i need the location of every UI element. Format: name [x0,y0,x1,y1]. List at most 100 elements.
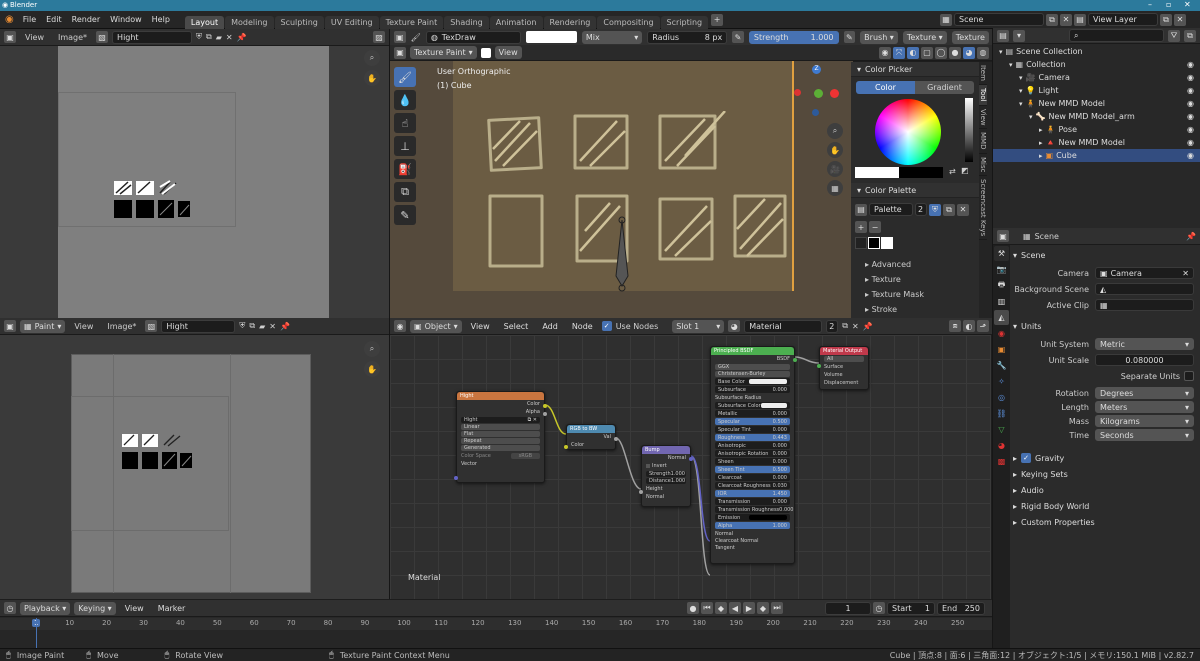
ortho-grid-icon[interactable]: ▦ [827,180,843,196]
disclosure-icon[interactable]: ▾ [999,48,1003,56]
palette-new-icon[interactable]: ⧉ [943,203,955,216]
bsdf-input-row[interactable]: Transmission 0.000 [715,498,790,505]
visibility-eye-icon[interactable]: ◉ [1187,60,1194,69]
y-axis-icon[interactable] [814,89,823,98]
color-swatch-icon[interactable] [480,47,491,58]
bsdf-input-row[interactable]: Anisotropic Rotation 0.000 [715,450,790,457]
tab-shading[interactable]: Shading [444,15,489,29]
blend-mode-dropdown[interactable]: Mix ▾ [581,30,643,44]
camera-view-icon[interactable]: 🎥 [827,161,843,177]
material-shading-icon[interactable]: ◕ [963,46,975,59]
end-frame-field[interactable]: End 250 [937,601,985,615]
bsdf-input-row[interactable]: Roughness 0.443 [715,434,790,441]
soften-tool-icon[interactable]: 💧 [394,90,416,110]
palette-fake-user-icon[interactable]: ⛨ [929,203,941,216]
texture-mask-section[interactable]: ▸ Texture Mask [851,287,938,302]
editor-type-icon[interactable]: ▣ [394,31,406,43]
jump-start-icon[interactable]: ⏮ [701,602,713,614]
blender-menu-icon[interactable]: ◉ [5,14,14,25]
visibility-eye-icon[interactable]: ◉ [1187,99,1194,108]
projection-dropdown[interactable]: Flat [461,431,540,437]
material-browse-icon[interactable]: ◕ [728,320,741,332]
pan-hand-icon[interactable]: ✋ [364,361,380,377]
timeline-tracks[interactable] [0,630,993,648]
fake-user-icon[interactable]: ⛨ [196,32,202,42]
custom-properties-section[interactable]: ▸ Custom Properties [1013,514,1200,530]
outliner-item[interactable]: ▸ 🧍 Pose ◉ [993,123,1200,136]
bsdf-input-row[interactable]: Specular Tint 0.000 [715,426,790,433]
zoom-icon[interactable]: ⌕ [827,123,843,139]
slot-dropdown[interactable]: Slot 1 ▾ [672,319,725,333]
prev-keyframe-icon[interactable]: ◆ [715,602,727,614]
next-keyframe-icon[interactable]: ◆ [757,602,769,614]
camera-field[interactable]: ▣ Camera ✕ [1095,267,1194,279]
image-name-field[interactable]: Hight [112,30,193,44]
color-picker-section[interactable]: ▾ Color Picker [851,62,979,77]
visibility-eye-icon[interactable]: ◉ [1187,125,1194,134]
units-section[interactable]: ▾ Units [1013,318,1200,334]
image-editor-image-menu[interactable]: Image* [102,322,141,331]
editor-type-icon[interactable]: ◷ [4,602,16,614]
outliner-search-input[interactable]: ⌕ [1069,29,1164,42]
use-nodes-checkbox[interactable]: ✓ [601,321,612,331]
maximize-icon[interactable]: ▫ [1166,0,1171,9]
filter-icon[interactable]: ⛛ [1168,29,1180,42]
image-editor-bottom-canvas[interactable]: ⌕ ✋ [0,335,389,599]
material-users-count[interactable]: 2 [826,319,839,333]
add-workspace-icon[interactable]: + [711,13,724,26]
bsdf-input-row[interactable]: Subsurface Color [715,402,790,409]
visibility-eye-icon[interactable]: ◉ [1187,151,1194,160]
clone-tool-icon[interactable]: ⊥ [394,136,416,156]
close-icon[interactable]: ✕ [1184,0,1191,9]
texture-section[interactable]: ▸ Texture [851,272,915,287]
palette-swatch-empty[interactable] [855,237,867,249]
bsdf-input-row[interactable]: Specular 0.500 [715,418,790,425]
material-name-field[interactable]: Material [744,319,823,333]
bsdf-input-row[interactable]: Anisotropic 0.000 [715,442,790,449]
unit-scale-field[interactable]: 0.080000 [1095,354,1194,366]
gizmo-icon[interactable]: ⤧ [893,46,905,59]
outliner-item[interactable]: ▾ ▤ Scene Collection [993,45,1200,58]
visibility-eye-icon[interactable]: ◉ [1187,73,1194,82]
visibility-eye-icon[interactable]: ◉ [1187,138,1194,147]
mass-dropdown[interactable]: Kilograms ▾ [1095,415,1194,427]
mask-tool-icon[interactable]: ⧉ [394,182,416,202]
tab-layout[interactable]: Layout [184,15,225,29]
node-select-menu[interactable]: Select [499,322,534,331]
playhead[interactable] [36,618,37,648]
zoom-icon[interactable]: ⌕ [364,341,380,357]
new-scene-icon[interactable]: ⧉ [1046,13,1058,26]
preview-range-icon[interactable]: ◷ [873,602,885,614]
editor-type-icon[interactable]: ▣ [4,320,16,332]
object-type-dropdown[interactable]: ▣ Object ▾ [410,319,462,333]
distribution-dropdown[interactable]: GGX [715,364,790,370]
playback-menu[interactable]: Playback ▾ [20,601,71,615]
visibility-icon[interactable]: ◉ [879,46,891,59]
palette-name-field[interactable]: Palette [869,203,913,216]
node-add-menu[interactable]: Add [537,322,563,331]
pan-hand-icon[interactable]: ✋ [827,142,843,158]
stroke-section[interactable]: ▸ Stroke [851,302,911,317]
brush-selector[interactable]: ◍ TexDraw [425,30,522,44]
timeline-marker-menu[interactable]: Marker [153,604,191,613]
unit-system-dropdown[interactable]: Metric ▾ [1095,338,1194,350]
disclosure-icon[interactable]: ▸ [1039,126,1043,134]
x-axis-icon[interactable] [830,89,839,98]
pin-icon[interactable]: 📌 [237,33,247,42]
bsdf-input-row[interactable]: Clearcoat 0.000 [715,474,790,481]
fake-user-icon[interactable]: ⛨ [239,321,245,331]
length-dropdown[interactable]: Meters ▾ [1095,401,1194,413]
tab-scripting[interactable]: Scripting [660,15,709,29]
tab-tool[interactable]: Tool [979,84,987,106]
z-axis-icon[interactable]: Z [812,65,821,74]
tab-mmd[interactable]: MMD [979,129,987,154]
disclosure-icon[interactable]: ▾ [1009,61,1013,69]
xray-icon[interactable]: ▢ [921,46,933,59]
separate-units-checkbox[interactable] [1184,371,1194,381]
outliner-item[interactable]: ▾ 🧍 New MMD Model ◉ [993,97,1200,110]
background-scene-field[interactable]: ◭ [1095,283,1194,295]
texture-popover[interactable]: Texture ▾ [902,30,947,44]
strength-pressure-icon[interactable]: ✎ [843,31,856,43]
audio-section[interactable]: ▸ Audio [1013,482,1200,498]
palette-add-color-button[interactable]: + [855,221,867,233]
